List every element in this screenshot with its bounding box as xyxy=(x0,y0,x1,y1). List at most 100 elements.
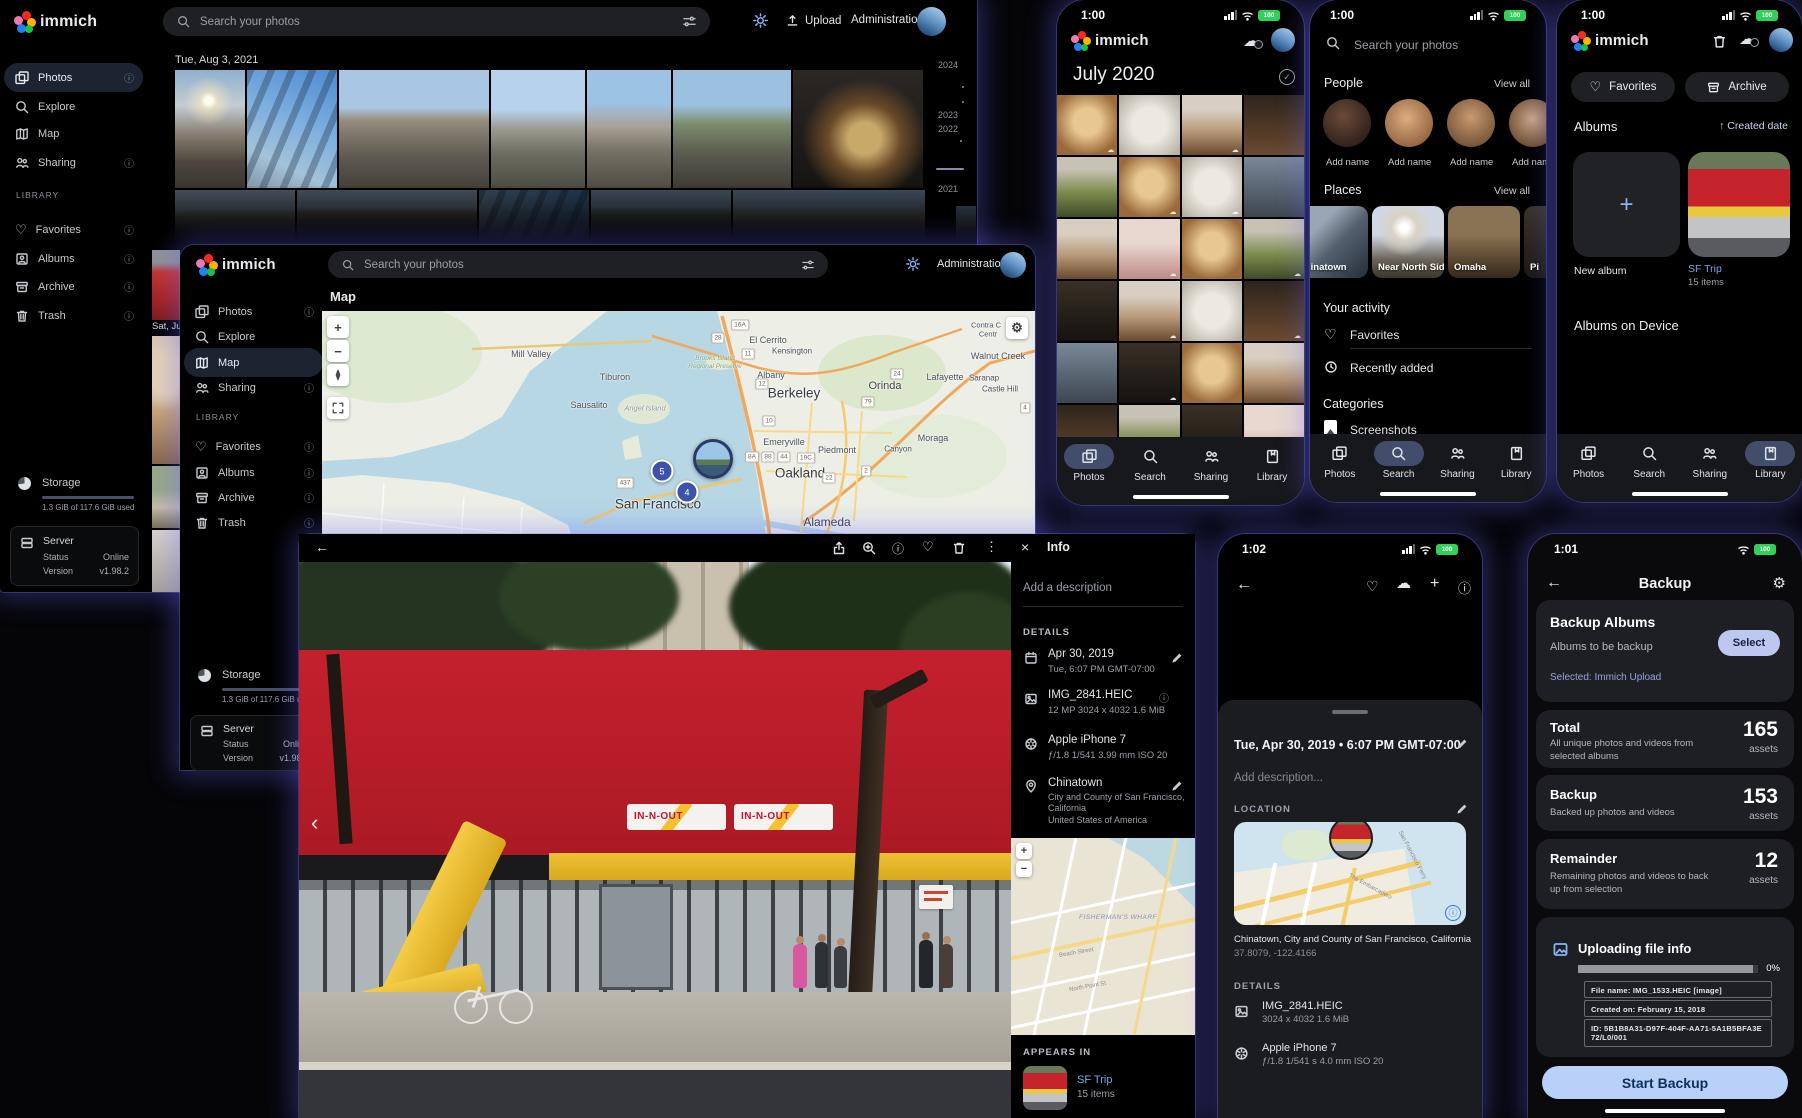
search-input[interactable]: Search your photos xyxy=(328,251,828,278)
map-zoom-in-button[interactable]: + xyxy=(327,316,349,338)
album-name[interactable]: SF Trip xyxy=(1688,263,1722,275)
map-cluster-marker[interactable]: 4 xyxy=(676,481,699,504)
back-icon[interactable]: ← xyxy=(315,539,329,555)
sidebar-item-photos[interactable]: Photosⓘ xyxy=(4,63,143,92)
grid-photo[interactable] xyxy=(1119,157,1179,217)
grid-photo[interactable] xyxy=(1244,281,1304,341)
search-input[interactable]: Search your photos xyxy=(163,7,710,36)
location-minimap[interactable]: FISHERMAN'S WHARF Beach Street North Poi… xyxy=(1011,838,1195,1035)
favorite-heart-icon[interactable]: ♡ xyxy=(1366,578,1379,595)
info-icon[interactable]: ⓘ xyxy=(124,251,134,266)
edit-location-pencil-icon[interactable] xyxy=(1171,779,1184,792)
info-icon[interactable]: ⓘ xyxy=(1458,578,1471,597)
map-settings-gear-icon[interactable]: ⚙ xyxy=(1006,317,1028,339)
sidebar-item-trash[interactable]: Trashⓘ xyxy=(184,508,323,537)
minimap-zoom-out-button[interactable]: − xyxy=(1016,861,1032,877)
info-icon[interactable]: ⓘ xyxy=(892,540,904,557)
upload-button[interactable]: Upload xyxy=(786,14,841,27)
face-thumbnail[interactable] xyxy=(1385,99,1433,147)
user-avatar[interactable] xyxy=(1271,28,1295,52)
recently-added-row[interactable]: Recently added xyxy=(1350,361,1433,375)
user-avatar[interactable] xyxy=(1769,28,1793,52)
photo-thumbnail[interactable] xyxy=(175,70,245,188)
start-backup-button[interactable]: Start Backup xyxy=(1542,1066,1788,1099)
minimap-zoom-in-button[interactable]: + xyxy=(1016,843,1032,859)
photo-thumbnail[interactable] xyxy=(673,70,791,188)
favorite-heart-icon[interactable]: ♡ xyxy=(922,539,934,555)
add-name-link[interactable]: Add name xyxy=(1326,157,1369,168)
album-thumbnail[interactable] xyxy=(1023,1066,1067,1110)
photo-thumbnail[interactable] xyxy=(339,70,489,188)
previous-photo-chevron[interactable]: ‹ xyxy=(311,810,318,836)
more-options-icon[interactable]: ⋮ xyxy=(985,539,998,555)
photo-fragment[interactable] xyxy=(152,336,180,464)
grid-photo[interactable] xyxy=(1182,219,1242,279)
sidebar-item-favorites[interactable]: ♡ Favoritesⓘ xyxy=(4,215,143,244)
grid-photo[interactable] xyxy=(1057,219,1117,279)
close-icon[interactable]: × xyxy=(1021,539,1029,555)
info-icon[interactable]: ⓘ xyxy=(124,155,134,170)
place-tile[interactable]: Near North Side xyxy=(1372,206,1444,278)
photo-thumbnail[interactable] xyxy=(247,70,337,188)
grid-photo[interactable] xyxy=(1057,95,1117,155)
grid-photo[interactable] xyxy=(1182,343,1242,403)
edit-location-pencil-icon[interactable] xyxy=(1456,802,1469,815)
grid-photo[interactable] xyxy=(1057,157,1117,217)
sort-order-button[interactable]: ↑ Created date xyxy=(1719,120,1788,132)
face-thumbnail[interactable] xyxy=(1447,99,1495,147)
user-avatar[interactable] xyxy=(1000,252,1026,278)
select-button[interactable]: Select xyxy=(1718,630,1780,656)
sync-cloud-icon[interactable]: ☁ xyxy=(1243,31,1259,51)
face-thumbnail[interactable] xyxy=(1509,99,1546,147)
grid-photo[interactable] xyxy=(1244,219,1304,279)
settings-gear-icon[interactable]: ⚙ xyxy=(1773,574,1786,592)
info-icon[interactable]: ⓘ xyxy=(124,70,134,85)
grid-photo[interactable] xyxy=(1244,95,1304,155)
sidebar-item-albums[interactable]: Albumsⓘ xyxy=(4,244,143,273)
info-icon[interactable]: ⓘ xyxy=(124,279,134,294)
grid-photo[interactable] xyxy=(1119,95,1179,155)
file-info-icon[interactable]: ⓘ xyxy=(1159,690,1169,705)
description-input[interactable]: Add a description xyxy=(1023,582,1112,594)
grid-photo[interactable] xyxy=(1244,343,1304,403)
theme-toggle-icon[interactable] xyxy=(753,13,768,31)
nav-tab-library[interactable]: Library xyxy=(1487,441,1545,502)
nav-tab-library[interactable]: Library xyxy=(1741,441,1799,502)
place-tile[interactable]: Pi xyxy=(1524,206,1546,278)
info-icon[interactable]: ⓘ xyxy=(124,308,134,323)
sync-cloud-icon[interactable]: ☁ xyxy=(1739,29,1755,49)
scrubber-handle[interactable] xyxy=(936,168,964,170)
sidebar-item-favorites[interactable]: ♡ Favoritesⓘ xyxy=(184,432,323,461)
photo-thumbnail[interactable] xyxy=(793,70,923,188)
add-to-album-plus-icon[interactable]: + xyxy=(1430,575,1439,593)
sidebar-item-sharing[interactable]: Sharingⓘ xyxy=(4,148,143,177)
face-thumbnail[interactable] xyxy=(1323,99,1371,147)
map-compass-icon[interactable]: ⓘ xyxy=(1445,905,1461,921)
grid-photo[interactable] xyxy=(1057,281,1117,341)
drag-handle[interactable] xyxy=(1332,710,1368,714)
map-photo-cluster[interactable] xyxy=(693,439,733,479)
place-tile[interactable]: Chinatown xyxy=(1310,206,1368,278)
grid-photo[interactable] xyxy=(1182,157,1242,217)
administration-link[interactable]: Administration xyxy=(937,258,1007,270)
photo-thumbnail[interactable] xyxy=(491,70,585,188)
nav-tab-library[interactable]: Library xyxy=(1243,444,1301,505)
map-cluster-marker[interactable]: 5 xyxy=(651,460,674,483)
sidebar-item-sharing[interactable]: Sharingⓘ xyxy=(184,373,323,402)
grid-photo[interactable] xyxy=(1182,281,1242,341)
sidebar-item-trash[interactable]: Trashⓘ xyxy=(4,301,143,330)
nav-tab-photos[interactable]: Photos xyxy=(1060,444,1118,505)
places-view-all-link[interactable]: View all xyxy=(1494,185,1530,197)
zoom-in-icon[interactable] xyxy=(862,541,876,555)
sidebar-item-explore[interactable]: Explore xyxy=(184,322,323,351)
select-all-check-icon[interactable]: ✓ xyxy=(1279,69,1295,85)
grid-photo[interactable] xyxy=(1057,405,1117,437)
archive-button[interactable]: Archive xyxy=(1685,72,1789,102)
sidebar-item-archive[interactable]: Archiveⓘ xyxy=(4,272,143,301)
location-minimap[interactable]: The Embarcadero San Francisco Ferry ⓘ xyxy=(1234,822,1466,925)
favorites-row[interactable]: Favorites xyxy=(1350,328,1399,342)
upload-cloud-icon[interactable]: ☁ xyxy=(1396,574,1411,592)
add-name-link[interactable]: Add name xyxy=(1388,157,1431,168)
description-input[interactable]: Add description... xyxy=(1234,772,1323,784)
trash-icon[interactable] xyxy=(1712,34,1727,49)
